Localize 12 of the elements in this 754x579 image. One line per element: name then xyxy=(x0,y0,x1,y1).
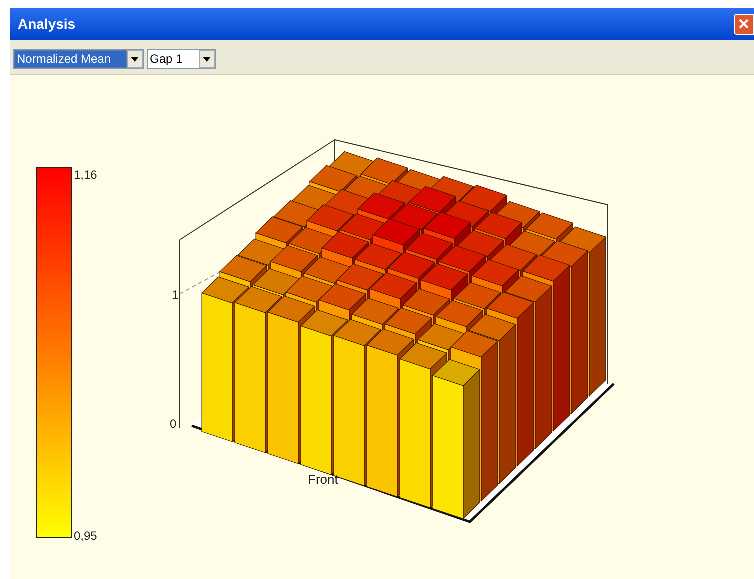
scale-max-label: 1,16 xyxy=(74,169,98,181)
axis-title: Front xyxy=(308,473,338,486)
caret-icon xyxy=(199,50,215,68)
axis-tick-label: 0 xyxy=(170,418,177,430)
caret-icon xyxy=(127,50,143,68)
axis-tick-label: 1 xyxy=(172,289,179,301)
dropdown[interactable]: Normalized Mean xyxy=(13,49,144,69)
window-title: Analysis xyxy=(18,14,76,34)
close-button[interactable] xyxy=(734,14,754,34)
dropdown[interactable]: Gap 1 xyxy=(147,49,216,69)
close-icon xyxy=(739,19,749,29)
scale-min-label: 0,95 xyxy=(74,530,98,542)
